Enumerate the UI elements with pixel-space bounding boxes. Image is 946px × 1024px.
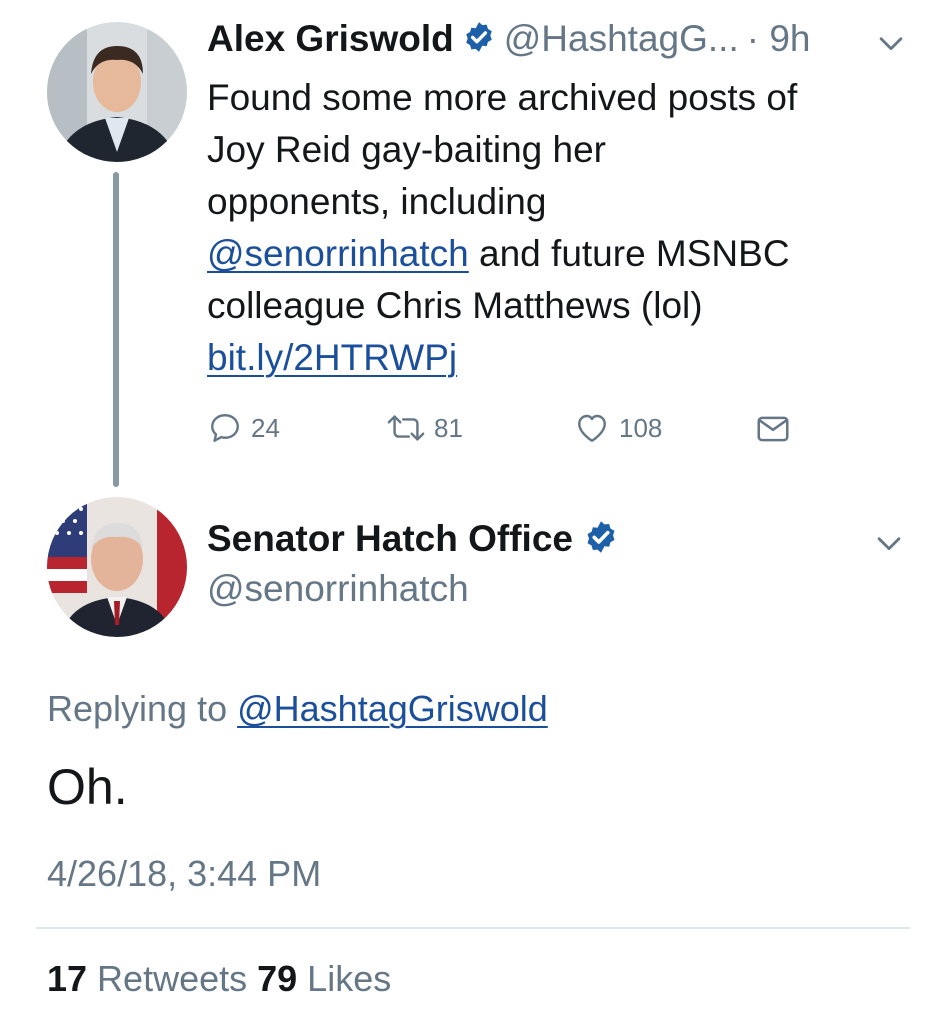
author-name[interactable]: Alex Griswold bbox=[207, 18, 454, 60]
like-icon bbox=[578, 414, 606, 442]
thread-line bbox=[113, 172, 119, 487]
chevron-down-icon[interactable] bbox=[872, 526, 906, 565]
tweet-text-fragment: and future MSNBC bbox=[468, 233, 790, 274]
tweet-header: Senator Hatch Office bbox=[207, 518, 619, 560]
tweet-stats: 17 Retweets 79 Likes bbox=[47, 958, 391, 1000]
like-button[interactable]: 108 bbox=[573, 410, 662, 446]
replying-to-link[interactable]: @HashtagGriswold bbox=[237, 688, 548, 729]
reply-icon bbox=[211, 414, 239, 442]
author-name[interactable]: Senator Hatch Office bbox=[207, 518, 573, 560]
message-icon bbox=[757, 416, 789, 442]
verified-icon bbox=[462, 20, 496, 59]
avatar-image bbox=[47, 22, 187, 162]
tweet-text-line: bit.ly/2HTRWPj bbox=[207, 332, 927, 384]
verified-icon bbox=[583, 519, 619, 560]
tweet-text-line: colleague Chris Matthews (lol) bbox=[207, 285, 703, 326]
reply-text: Oh. bbox=[47, 759, 128, 815]
tweet-text-line: opponents, including bbox=[207, 181, 547, 222]
retweet-count: 81 bbox=[434, 412, 463, 443]
tweet-text-line: @senorrinhatch and future MSNBC bbox=[207, 228, 927, 280]
tweet-header: Alex Griswold @HashtagG... · 9h bbox=[207, 18, 811, 60]
avatar-alex-griswold[interactable] bbox=[47, 22, 187, 162]
chevron-down-icon[interactable] bbox=[874, 26, 908, 65]
author-handle[interactable]: @HashtagG... bbox=[504, 18, 739, 60]
retweet-icon bbox=[387, 415, 425, 441]
tweet-time[interactable]: · 9h bbox=[747, 18, 811, 60]
like-total[interactable]: 79 bbox=[257, 958, 297, 999]
url-link[interactable]: bit.ly/2HTRWPj bbox=[207, 337, 457, 378]
tweet-timestamp[interactable]: 4/26/18, 3:44 PM bbox=[47, 853, 321, 895]
reply-count: 24 bbox=[251, 412, 280, 443]
tweet-text: Found some more archived posts of Joy Re… bbox=[207, 72, 927, 384]
retweet-button[interactable]: 81 bbox=[386, 410, 463, 446]
replying-prefix: Replying to bbox=[47, 688, 238, 729]
tweet-text-line: Found some more archived posts of bbox=[207, 77, 798, 118]
avatar-senator-hatch[interactable] bbox=[47, 497, 187, 637]
mention-link[interactable]: @senorrinhatch bbox=[207, 233, 469, 274]
tweet-text-line: Joy Reid gay-baiting her bbox=[207, 129, 606, 170]
replying-to: Replying to @HashtagGriswold bbox=[47, 688, 548, 730]
like-label[interactable]: Likes bbox=[297, 958, 391, 999]
retweet-total[interactable]: 17 bbox=[47, 958, 87, 999]
like-count: 108 bbox=[619, 412, 663, 443]
divider bbox=[36, 927, 910, 929]
retweet-label[interactable]: Retweets bbox=[87, 958, 257, 999]
avatar-image bbox=[47, 497, 187, 637]
reply-button[interactable]: 24 bbox=[207, 410, 280, 446]
author-handle[interactable]: @senorrinhatch bbox=[207, 568, 469, 610]
message-button[interactable] bbox=[753, 410, 793, 448]
